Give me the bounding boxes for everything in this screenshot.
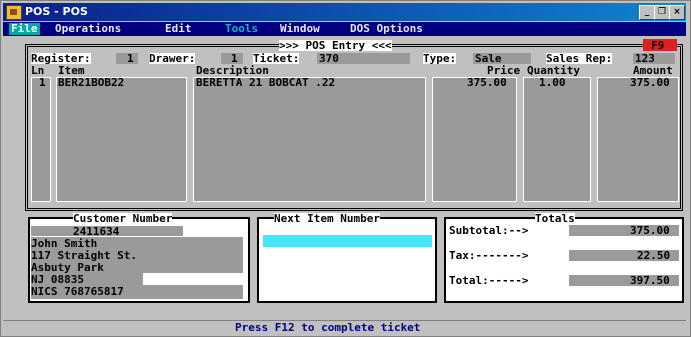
next-item-input[interactable] <box>263 235 432 247</box>
customer-title: Customer Number <box>73 212 173 225</box>
row-item: BER21BOB22 <box>58 76 125 89</box>
status-message: Press F12 to complete ticket <box>235 321 421 334</box>
customer-street: 117 Straight St. <box>31 249 137 262</box>
register-label: Register: <box>31 52 91 65</box>
row-price: 375.00 <box>467 76 507 89</box>
row-quantity: 1.00 <box>539 76 566 89</box>
drawer-value: 1 <box>231 52 238 65</box>
col-description[interactable] <box>193 77 426 202</box>
app-icon <box>6 5 22 20</box>
customer-info-gap <box>143 273 243 285</box>
function-key-label: F9 <box>651 39 665 52</box>
row-amount: 375.00 <box>630 76 670 89</box>
col-item[interactable] <box>56 77 187 202</box>
col-header-ln: Ln <box>31 64 45 77</box>
tax-label: Tax:-------> <box>449 249 529 262</box>
close-icon[interactable]: × <box>669 5 685 20</box>
register-value: 1 <box>127 52 134 65</box>
total-value: 397.50 <box>630 274 670 287</box>
salesrep-label: Sales Rep: <box>546 52 613 65</box>
menu-operations[interactable]: Operations <box>53 23 123 35</box>
col-header-item: Item <box>58 64 85 77</box>
col-amount[interactable] <box>597 77 679 202</box>
totals-title: Totals <box>535 212 575 225</box>
row-description: BERETTA 21 BOBCAT .22 <box>196 76 336 89</box>
title-bar[interactable]: POS - POS _ ❐ × <box>3 3 686 21</box>
tax-value: 22.50 <box>637 249 671 262</box>
col-header-amount: Amount <box>633 64 673 77</box>
col-header-description: Description <box>196 64 269 77</box>
next-item-title: Next Item Number <box>274 212 380 225</box>
row-ln: 1 <box>39 76 46 89</box>
customer-name: John Smith <box>31 237 98 250</box>
entry-heading: >>> POS Entry <<< <box>279 39 392 52</box>
type-label: Type: <box>423 52 457 65</box>
customer-nics: NICS 768765817 <box>31 285 124 298</box>
restore-icon[interactable]: ❐ <box>654 5 670 20</box>
customer-state-zip: NJ 08835 <box>31 273 84 286</box>
pos-window: POS - POS _ ❐ × File Operations Edit Too… <box>0 0 691 337</box>
col-quantity[interactable] <box>523 77 591 202</box>
window-title: POS - POS <box>25 5 88 18</box>
minimize-icon[interactable]: _ <box>639 5 655 20</box>
salesrep-value: 123 <box>635 52 655 65</box>
customer-number: 2411634 <box>73 225 120 238</box>
menu-window[interactable]: Window <box>278 23 322 35</box>
customer-city: Asbuty Park <box>31 261 104 274</box>
menu-dos-options[interactable]: DOS Options <box>348 23 425 35</box>
subtotal-label: Subtotal:--> <box>449 224 529 237</box>
col-header-quantity: Quantity <box>527 64 580 77</box>
col-ln[interactable] <box>31 77 51 202</box>
drawer-label: Drawer: <box>149 52 196 65</box>
menu-tools[interactable]: Tools <box>223 23 260 35</box>
type-value: Sale <box>475 52 502 65</box>
ticket-label: Ticket: <box>253 52 300 65</box>
menu-bar: File Operations Edit Tools Window DOS Op… <box>3 22 686 36</box>
menu-edit[interactable]: Edit <box>163 23 194 35</box>
col-price[interactable] <box>432 77 517 202</box>
ticket-value: 370 <box>319 52 339 65</box>
next-item-box <box>257 217 437 303</box>
status-bar: Press F12 to complete ticket <box>3 320 686 334</box>
menu-file[interactable]: File <box>9 23 40 35</box>
pos-screen: >>> POS Entry <<< F9 Register: 1 Drawer:… <box>3 37 686 334</box>
total-label: Total:-----> <box>449 274 529 287</box>
col-header-price: Price <box>487 64 521 77</box>
subtotal-value: 375.00 <box>630 224 670 237</box>
